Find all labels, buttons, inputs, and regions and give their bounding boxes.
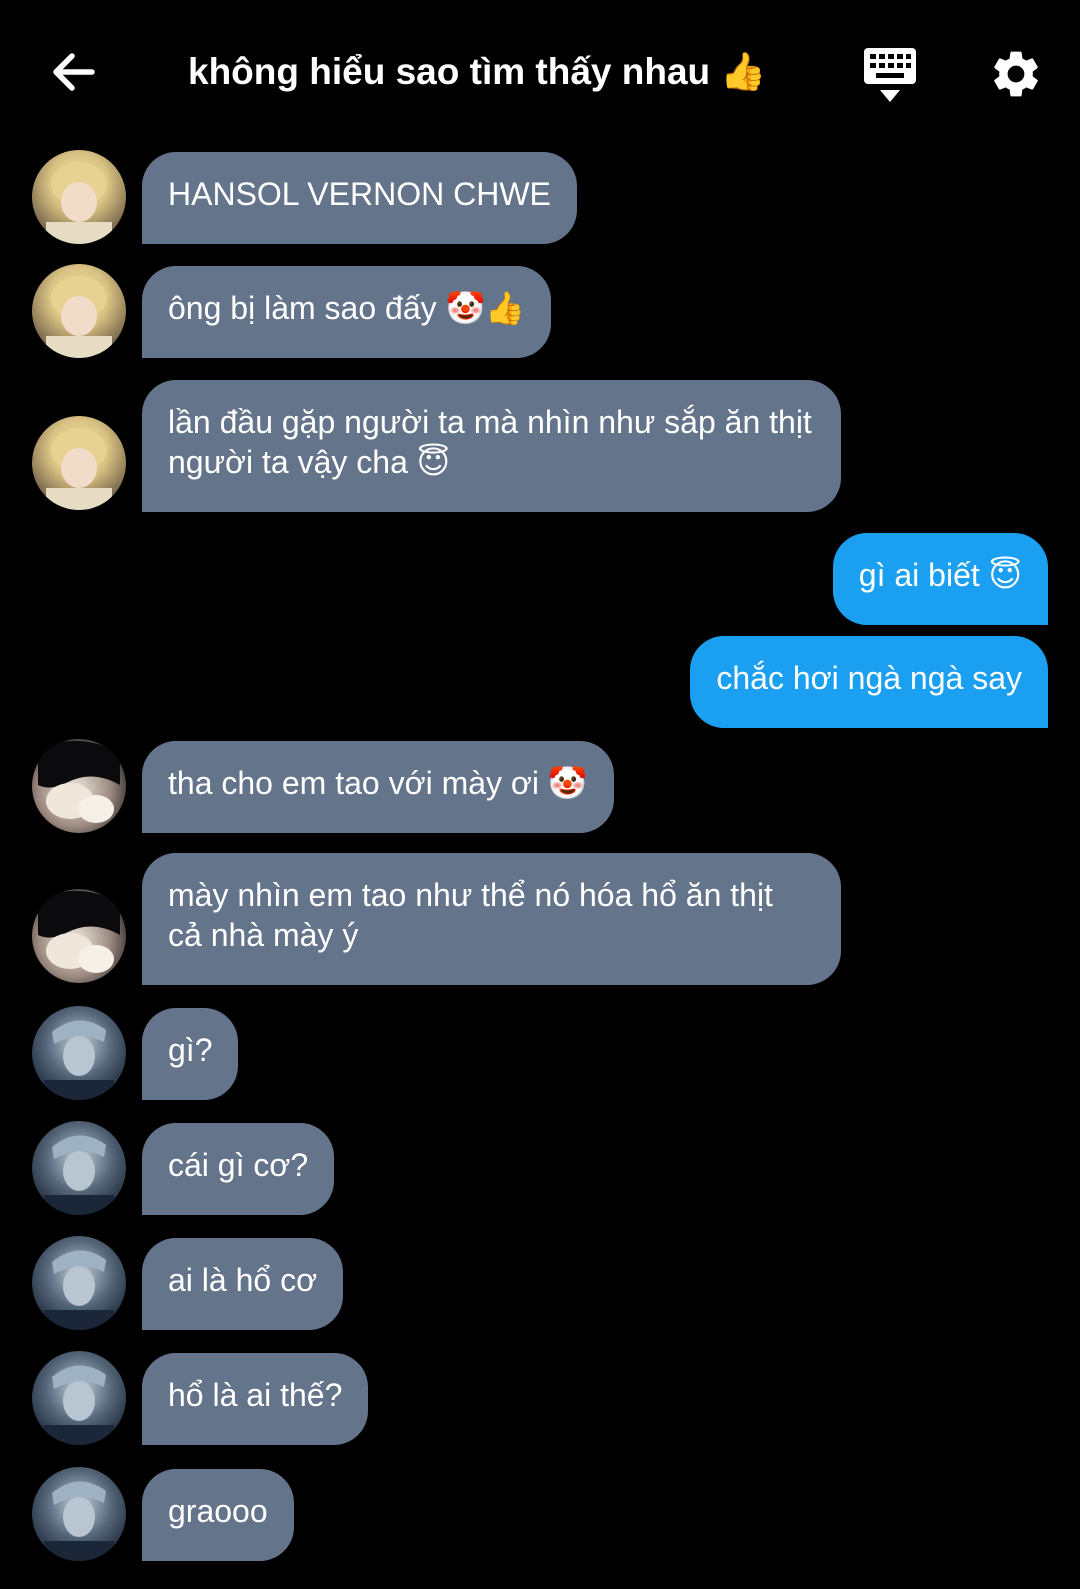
message-row: gì ai biết 😇 bbox=[0, 533, 1080, 625]
dark-hair-avatar-image bbox=[32, 889, 126, 983]
message-row: ông bị làm sao đấy 🤡👍 bbox=[0, 264, 1080, 358]
message-list[interactable]: HANSOL VERNON CHWE ông bị làm sao đấy 🤡👍… bbox=[0, 0, 1080, 1589]
message-row: ai là hổ cơ bbox=[0, 1236, 1080, 1330]
message-row: graooo bbox=[0, 1467, 1080, 1561]
message-row: HANSOL VERNON CHWE bbox=[0, 150, 1080, 244]
message-bubble-outgoing[interactable]: chắc hơi ngà ngà say bbox=[690, 636, 1048, 728]
message-row: lần đầu gặp người ta mà nhìn như sắp ăn … bbox=[0, 380, 1080, 512]
message-row: cái gì cơ? bbox=[0, 1121, 1080, 1215]
message-bubble-incoming[interactable]: tha cho em tao với mày ơi 🤡 bbox=[142, 741, 614, 833]
message-row: hổ là ai thế? bbox=[0, 1351, 1080, 1445]
message-bubble-incoming[interactable]: gì? bbox=[142, 1008, 239, 1100]
bandana-avatar-image bbox=[32, 1121, 126, 1215]
message-row: tha cho em tao với mày ơi 🤡 bbox=[0, 739, 1080, 833]
avatar[interactable] bbox=[32, 1236, 126, 1330]
blonde-avatar-image bbox=[32, 416, 126, 510]
message-bubble-outgoing[interactable]: gì ai biết 😇 bbox=[832, 533, 1048, 625]
message-bubble-incoming[interactable]: HANSOL VERNON CHWE bbox=[142, 152, 577, 244]
avatar[interactable] bbox=[32, 1467, 126, 1561]
message-bubble-incoming[interactable]: cái gì cơ? bbox=[142, 1123, 335, 1215]
avatar[interactable] bbox=[32, 1351, 126, 1445]
message-row: chắc hơi ngà ngà say bbox=[0, 636, 1080, 728]
dark-hair-avatar-image bbox=[32, 739, 126, 833]
message-bubble-incoming[interactable]: mày nhìn em tao như thể nó hóa hổ ăn thị… bbox=[142, 853, 841, 985]
bandana-avatar-image bbox=[32, 1236, 126, 1330]
avatar[interactable] bbox=[32, 1121, 126, 1215]
message-row: gì? bbox=[0, 1006, 1080, 1100]
avatar[interactable] bbox=[32, 889, 126, 983]
message-bubble-incoming[interactable]: ông bị làm sao đấy 🤡👍 bbox=[142, 266, 552, 358]
message-bubble-incoming[interactable]: hổ là ai thế? bbox=[142, 1353, 369, 1445]
bandana-avatar-image bbox=[32, 1006, 126, 1100]
bandana-avatar-image bbox=[32, 1351, 126, 1445]
avatar[interactable] bbox=[32, 264, 126, 358]
avatar[interactable] bbox=[32, 1006, 126, 1100]
avatar[interactable] bbox=[32, 739, 126, 833]
message-row: mày nhìn em tao như thể nó hóa hổ ăn thị… bbox=[0, 853, 1080, 985]
message-bubble-incoming[interactable]: graooo bbox=[142, 1469, 294, 1561]
message-bubble-incoming[interactable]: ai là hổ cơ bbox=[142, 1238, 344, 1330]
blonde-avatar-image bbox=[32, 264, 126, 358]
avatar[interactable] bbox=[32, 416, 126, 510]
bandana-avatar-image bbox=[32, 1467, 126, 1561]
blonde-avatar-image bbox=[32, 150, 126, 244]
message-bubble-incoming[interactable]: lần đầu gặp người ta mà nhìn như sắp ăn … bbox=[142, 380, 841, 512]
avatar[interactable] bbox=[32, 150, 126, 244]
